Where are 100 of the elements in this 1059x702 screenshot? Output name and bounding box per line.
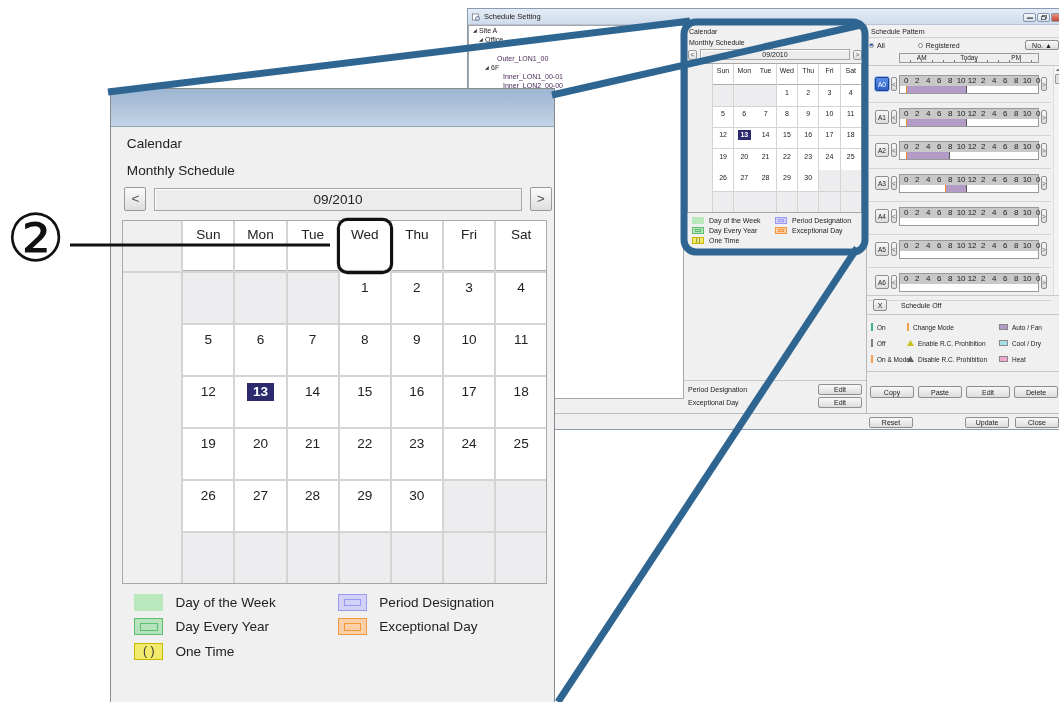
day-cell[interactable]: 24 xyxy=(443,428,495,480)
hour-label: 8 xyxy=(946,207,954,218)
hour-label: 8 xyxy=(946,75,954,86)
hour-label: 8 xyxy=(946,108,954,119)
legend-label: One Time xyxy=(175,643,235,659)
day-cell[interactable]: 14 xyxy=(287,376,338,427)
weekday-header: Fri xyxy=(443,220,495,271)
legend-label: Day of the Week xyxy=(175,595,276,611)
day-cell[interactable]: 17 xyxy=(443,376,495,427)
hour-label: 2 xyxy=(979,108,987,119)
hour-label: 8 xyxy=(1012,75,1020,86)
day-cell[interactable]: 30 xyxy=(391,481,442,532)
radio-button[interactable] xyxy=(917,42,923,48)
hour-label: 0 xyxy=(902,273,910,284)
day-cell[interactable]: 25 xyxy=(496,428,547,480)
day-cell[interactable]: 20 xyxy=(235,428,286,480)
hour-label: 12 xyxy=(966,273,978,284)
hour-label: 6 xyxy=(1001,240,1009,251)
hour-label: 0 xyxy=(1034,207,1042,218)
hour-label: 0 xyxy=(1034,273,1042,284)
hour-label: 10 xyxy=(1021,75,1033,86)
day-number: 25 xyxy=(512,435,530,453)
restore-icon xyxy=(1040,14,1047,20)
hour-label: 6 xyxy=(935,75,943,86)
day-cell[interactable]: 13 xyxy=(235,376,286,427)
day-number: 21 xyxy=(304,435,322,453)
weekday-header: Sat xyxy=(496,220,547,271)
legend-label: Period Designation xyxy=(379,595,495,611)
day-cell[interactable]: 23 xyxy=(391,428,442,480)
hour-label: 0 xyxy=(1034,174,1042,185)
minimize-button[interactable] xyxy=(1023,12,1036,22)
hour-label: 8 xyxy=(1012,108,1020,119)
expanded-arrow-icon[interactable] xyxy=(479,37,483,42)
day-cell[interactable]: 27 xyxy=(235,481,286,532)
day-cell[interactable]: 9 xyxy=(391,324,442,375)
hour-label: 4 xyxy=(924,108,932,119)
day-cell[interactable]: 10 xyxy=(443,324,495,375)
day-cell[interactable]: 12 xyxy=(183,376,234,427)
day-cell[interactable]: 5 xyxy=(183,324,234,375)
hour-label: 2 xyxy=(913,207,921,218)
previous-month-button[interactable]: < xyxy=(124,187,147,212)
day-cell[interactable]: 22 xyxy=(339,428,390,480)
day-cell[interactable]: 21 xyxy=(287,428,338,480)
hour-label: 10 xyxy=(955,240,967,251)
scrollbar[interactable] xyxy=(1053,66,1059,295)
legend-bracket-swatch: ( ) xyxy=(134,642,164,660)
day-cell[interactable]: 7 xyxy=(287,324,338,375)
hour-label: 10 xyxy=(955,174,967,185)
legend-label: Day Every Year xyxy=(175,619,270,635)
day-cell[interactable]: 15 xyxy=(339,376,390,427)
day-cell[interactable]: 19 xyxy=(183,428,234,480)
scroll-up-icon[interactable] xyxy=(1055,68,1059,71)
hour-label: 6 xyxy=(1001,174,1009,185)
day-cell[interactable]: 3 xyxy=(443,272,495,323)
hour-label: 2 xyxy=(979,75,987,86)
hour-label: 4 xyxy=(990,108,998,119)
maximize-button[interactable] xyxy=(1037,12,1050,22)
day-number: 27 xyxy=(251,487,270,506)
hour-label: 0 xyxy=(902,207,910,218)
section-title: Calendar xyxy=(126,135,183,151)
day-number: 26 xyxy=(199,487,217,506)
day-number: 20 xyxy=(251,435,270,453)
day-cell[interactable]: 1 xyxy=(339,272,390,323)
day-cell[interactable]: 28 xyxy=(287,481,338,532)
hour-label: 2 xyxy=(979,207,987,218)
day-cell[interactable]: 18 xyxy=(496,376,547,427)
hour-label: 8 xyxy=(946,174,954,185)
day-cell[interactable]: 26 xyxy=(183,481,234,532)
expanded-arrow-icon[interactable] xyxy=(485,65,489,70)
hour-label: 8 xyxy=(1012,174,1020,185)
scroll-thumb[interactable] xyxy=(1055,74,1059,84)
minimize-icon xyxy=(1026,15,1033,19)
radio-button[interactable] xyxy=(869,42,874,48)
hour-label: 12 xyxy=(966,207,978,218)
day-number: 24 xyxy=(460,435,478,453)
close-button[interactable] xyxy=(1051,12,1059,22)
day-cell[interactable]: 29 xyxy=(339,481,390,532)
hour-label: 2 xyxy=(979,141,987,152)
hour-label: 0 xyxy=(902,240,910,251)
day-cell[interactable]: 16 xyxy=(391,376,442,427)
day-cell[interactable]: 11 xyxy=(496,324,547,375)
grid-corner xyxy=(688,64,712,85)
day-number: 14 xyxy=(304,382,322,401)
hour-label: 8 xyxy=(1012,240,1020,251)
day-cell[interactable]: 8 xyxy=(339,324,390,375)
callout-number: ② xyxy=(6,206,66,272)
day-cell[interactable]: 6 xyxy=(235,324,286,375)
hour-label: 10 xyxy=(1021,141,1033,152)
hour-label: 6 xyxy=(935,108,943,119)
day-cell[interactable]: 2 xyxy=(391,272,442,323)
hour-label: 10 xyxy=(1021,240,1033,251)
hour-label: 8 xyxy=(946,240,954,251)
day-number: 13 xyxy=(246,382,275,402)
day-number: 4 xyxy=(516,278,526,297)
next-month-button[interactable]: > xyxy=(529,187,552,212)
day-number: 5 xyxy=(203,330,214,349)
hour-label: 6 xyxy=(935,273,943,284)
day-number: 16 xyxy=(408,382,426,401)
expanded-arrow-icon[interactable] xyxy=(473,28,477,33)
day-cell[interactable]: 4 xyxy=(496,272,547,323)
